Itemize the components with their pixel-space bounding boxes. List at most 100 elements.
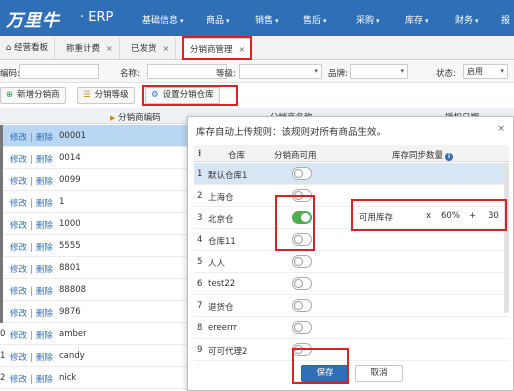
drag-handle-icon: ⁝ [198,149,202,159]
cancel-button[interactable]: 取消 [355,365,403,382]
edit-link[interactable]: 修改 [10,155,27,165]
edit-link[interactable]: 修改 [10,199,27,209]
edit-link[interactable]: 修改 [10,221,27,231]
distributor-enabled-toggle[interactable] [292,167,312,180]
nav-purchase[interactable]: 采购 ▾ [356,13,380,26]
level-select[interactable]: ▾ [239,64,322,79]
table-row[interactable]: 1 修改 | 删除 candy [0,345,190,367]
row-index: 4 [197,235,203,245]
toggle-knob [294,169,303,178]
edit-link[interactable]: 修改 [10,331,27,341]
filter-bar: 编码: 名称: 等级: ▾ 品牌: ▾ 状态: 启用 ▾ [0,61,514,83]
distributor-code: 1 [59,197,65,207]
nav-report[interactable]: 报 [501,13,510,26]
edit-link[interactable]: 修改 [10,375,27,385]
distributor-enabled-toggle[interactable] [292,255,312,268]
distributor-enabled-toggle[interactable] [292,299,312,312]
toggle-knob [294,279,303,288]
distributor-level-button[interactable]: ☰ 分销等级 [77,87,135,104]
table-row[interactable]: 修改 | 删除 0014 [0,147,190,169]
col-distributor-code[interactable]: ▶ 分销商编码 [110,111,161,123]
warehouse-row[interactable]: 4 仓库11 [194,229,509,251]
edit-link[interactable]: 修改 [10,265,27,275]
delete-link[interactable]: 删除 [36,199,53,209]
brand-select[interactable]: ▾ [350,64,408,79]
delete-link[interactable]: 删除 [36,309,53,319]
warehouse-name: 可可代理2 [208,347,248,357]
add-distributor-button[interactable]: ⊕ 新增分销商 [0,87,66,104]
close-icon[interactable]: × [106,44,113,53]
warehouse-row[interactable]: 6 test22 [194,273,509,295]
table-row[interactable]: 修改 | 删除 8801 [0,257,190,279]
tab-dashboard[interactable]: ⌂ 经营看板 [0,38,56,59]
warehouse-row[interactable]: 8 ereerrr [194,317,509,339]
nav-inventory[interactable]: 库存 ▾ [405,13,429,26]
close-icon[interactable]: × [163,44,170,53]
delete-link[interactable]: 删除 [36,133,53,143]
tab-weighing-fee[interactable]: 称重计费 × [60,38,120,59]
close-icon[interactable]: × [497,124,505,134]
edit-link[interactable]: 修改 [10,133,27,143]
warehouse-row[interactable]: 5 人人 [194,251,509,273]
delete-link[interactable]: 删除 [36,177,53,187]
delete-link[interactable]: 删除 [36,331,53,341]
info-icon[interactable]: i [445,153,454,161]
status-select[interactable]: 启用 ▾ [463,64,508,79]
table-row[interactable]: 修改 | 删除 1 [0,191,190,213]
table-row[interactable]: 修改 | 删除 1000 [0,213,190,235]
dialog-table-header: ⁝ 仓库 分销商可用 库存同步数量 i [194,145,509,162]
distributor-code: 1000 [59,219,81,229]
table-row[interactable]: 修改 | 删除 88808 [0,279,190,301]
name-label: 名称: [120,69,140,79]
nav-after-sales[interactable]: 售后 ▾ [303,13,327,26]
distributor-enabled-toggle[interactable] [292,277,312,290]
scrollbar[interactable] [504,163,509,313]
warehouse-name: 退货仓 [208,303,234,313]
table-row[interactable]: 2 修改 | 删除 nick [0,367,190,389]
warehouse-name: 上海仓 [208,193,234,203]
edit-link[interactable]: 修改 [10,243,27,253]
separator: | [30,177,33,187]
chevron-down-icon: ▾ [376,17,380,25]
distributor-enabled-toggle[interactable] [292,321,312,334]
name-input[interactable] [147,64,227,79]
status-label: 状态: [436,69,456,79]
code-input[interactable] [19,64,99,79]
distributor-code: 88808 [59,285,87,295]
row-index: 5 [197,257,203,267]
nav-goods[interactable]: 商品 ▾ [206,13,230,26]
distributor-code: nick [59,373,77,383]
delete-link[interactable]: 删除 [36,287,53,297]
warehouse-row[interactable]: 9 可可代理2 [194,339,509,361]
top-navbar: 万里牛 · ERP 基础信息 ▾ 商品 ▾ 销售 ▾ 售后 ▾ 采购 ▾ 库存 ▾ 财务 ▾ … [0,0,514,36]
delete-link[interactable]: 删除 [36,221,53,231]
col-distributor-enabled: 分销商可用 [274,151,317,161]
delete-link[interactable]: 删除 [36,155,53,165]
edit-link[interactable]: 修改 [10,287,27,297]
edit-link[interactable]: 修改 [10,177,27,187]
warehouse-row[interactable]: 1 默认仓库1 [194,163,509,185]
table-row[interactable]: 修改 | 删除 0099 [0,169,190,191]
brand-label: 品牌: [328,69,348,79]
delete-link[interactable]: 删除 [36,243,53,253]
row-index: 8 [197,323,203,333]
warehouse-button-highlight-box [142,85,238,106]
table-row[interactable]: 0 修改 | 删除 amber [0,323,190,345]
edit-link[interactable]: 修改 [10,309,27,319]
table-row[interactable]: 修改 | 删除 5555 [0,235,190,257]
warehouse-row[interactable]: 7 退货仓 [194,295,509,317]
tab-shipped[interactable]: 已发货 × [125,38,177,59]
delete-link[interactable]: 删除 [36,375,53,385]
warehouse-name: test22 [208,279,236,289]
nav-basic-info[interactable]: 基础信息 ▾ [142,13,184,26]
distributor-code: 5555 [59,241,81,251]
delete-link[interactable]: 删除 [36,265,53,275]
distributor-code: candy [59,351,85,361]
col-sync-quantity: 库存同步数量 i [392,149,454,161]
edit-link[interactable]: 修改 [10,353,27,363]
nav-finance[interactable]: 财务 ▾ [455,13,479,26]
table-row[interactable]: 修改 | 删除 00001 [0,125,190,147]
table-row[interactable]: 修改 | 删除 9876 [0,301,190,323]
delete-link[interactable]: 删除 [36,353,53,363]
nav-sales[interactable]: 销售 ▾ [255,13,279,26]
